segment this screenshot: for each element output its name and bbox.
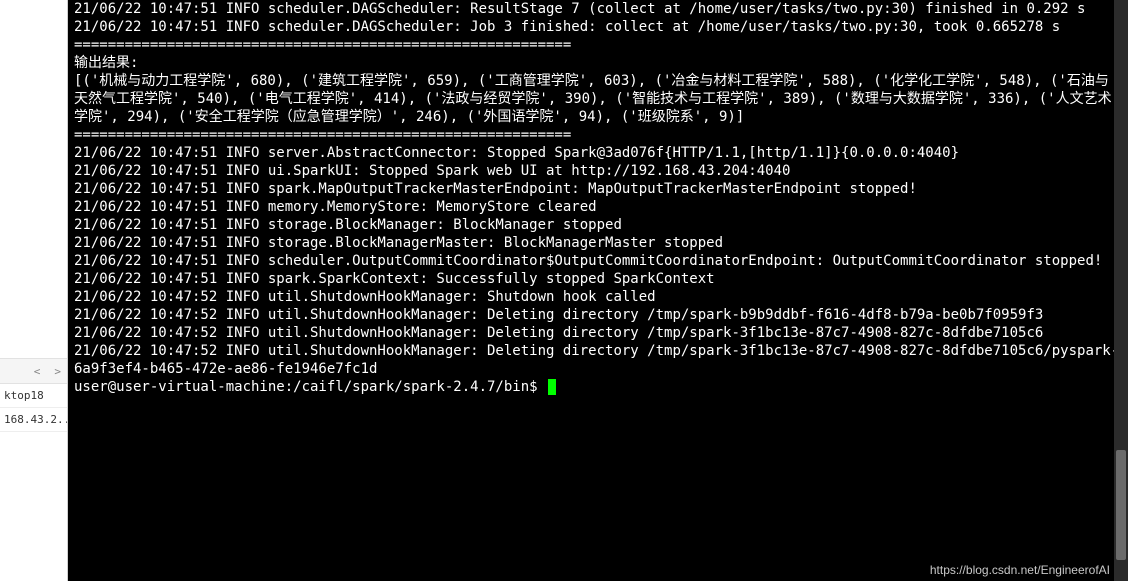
sidebar-nav-row: < >	[0, 358, 67, 384]
terminal-line: 输出结果:	[74, 54, 1122, 72]
terminal-line: 21/06/22 10:47:52 INFO util.ShutdownHook…	[74, 288, 1122, 306]
file-browser-sidebar: < > ktop18 168.43.2...	[0, 0, 68, 581]
sidebar-item[interactable]: 168.43.2...	[0, 408, 67, 432]
terminal-line: 21/06/22 10:47:51 INFO scheduler.DAGSche…	[74, 0, 1122, 18]
terminal-line: 21/06/22 10:47:51 INFO storage.BlockMana…	[74, 234, 1122, 252]
nav-prev-icon[interactable]: <	[34, 365, 41, 378]
terminal-line: 21/06/22 10:47:51 INFO storage.BlockMana…	[74, 216, 1122, 234]
terminal-line: [('机械与动力工程学院', 680), ('建筑工程学院', 659), ('…	[74, 72, 1122, 126]
terminal-line: ========================================…	[74, 126, 1122, 144]
nav-next-icon[interactable]: >	[54, 365, 61, 378]
terminal-line: 21/06/22 10:47:51 INFO spark.MapOutputTr…	[74, 180, 1122, 198]
terminal-line: 21/06/22 10:47:51 INFO server.AbstractCo…	[74, 144, 1122, 162]
terminal-prompt: user@user-virtual-machine:/caifl/spark/s…	[74, 378, 546, 396]
terminal-line: 21/06/22 10:47:51 INFO memory.MemoryStor…	[74, 198, 1122, 216]
terminal-window[interactable]: 21/06/22 10:47:51 INFO scheduler.DAGSche…	[68, 0, 1128, 581]
terminal-line: 21/06/22 10:47:51 INFO scheduler.DAGSche…	[74, 18, 1122, 36]
terminal-line: 21/06/22 10:47:51 INFO ui.SparkUI: Stopp…	[74, 162, 1122, 180]
terminal-prompt-line[interactable]: user@user-virtual-machine:/caifl/spark/s…	[74, 378, 1122, 396]
terminal-line: 21/06/22 10:47:52 INFO util.ShutdownHook…	[74, 306, 1122, 324]
watermark-text: https://blog.csdn.net/EngineerofAI	[930, 563, 1110, 577]
terminal-output: 21/06/22 10:47:51 INFO scheduler.DAGSche…	[74, 0, 1122, 378]
terminal-scrollbar[interactable]	[1114, 0, 1128, 581]
sidebar-empty-area	[0, 0, 67, 358]
terminal-line: 21/06/22 10:47:51 INFO scheduler.OutputC…	[74, 252, 1122, 270]
terminal-line: 21/06/22 10:47:51 INFO spark.SparkContex…	[74, 270, 1122, 288]
terminal-scrollbar-thumb[interactable]	[1116, 450, 1126, 560]
terminal-line: 21/06/22 10:47:52 INFO util.ShutdownHook…	[74, 324, 1122, 342]
terminal-line: ========================================…	[74, 36, 1122, 54]
sidebar-item[interactable]: ktop18	[0, 384, 67, 408]
terminal-cursor	[548, 379, 556, 395]
terminal-line: 21/06/22 10:47:52 INFO util.ShutdownHook…	[74, 342, 1122, 378]
